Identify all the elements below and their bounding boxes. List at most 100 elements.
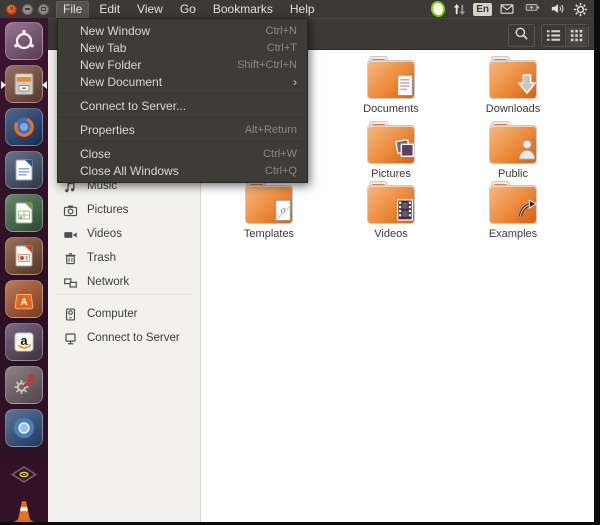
launcher-ubuntu-software-center[interactable]: A [5, 280, 43, 318]
menubar-file[interactable]: File [56, 1, 89, 18]
menu-item-connect-to-server[interactable]: Connect to Server... [58, 97, 307, 114]
libreoffice-calc-icon [11, 200, 37, 226]
close-button[interactable]: × [6, 4, 17, 15]
sidebar-item-videos[interactable]: Videos [48, 222, 200, 246]
menu-item-label: New Document [80, 75, 293, 89]
menu-item-label: New Folder [80, 58, 237, 72]
media-disc-icon [9, 456, 39, 486]
indicator-area: En [430, 1, 600, 17]
sidebar-item-trash[interactable]: Trash [48, 246, 200, 270]
menu-item-close[interactable]: CloseCtrl+W [58, 145, 307, 162]
menubar-bookmarks[interactable]: Bookmarks [206, 1, 280, 18]
volume-indicator-icon[interactable] [550, 2, 566, 16]
examples-emblem-icon [516, 196, 540, 225]
folder-icon [490, 186, 536, 223]
server-icon [63, 331, 78, 346]
menubar-help[interactable]: Help [283, 1, 322, 18]
sidebar-item-label: Pictures [87, 204, 129, 216]
folder-videos[interactable]: Videos [330, 182, 452, 240]
folder-icon [368, 186, 414, 223]
folder-templates[interactable]: aTemplates [208, 182, 330, 240]
svg-text:a: a [20, 333, 28, 348]
launcher-libreoffice-calc[interactable] [5, 194, 43, 232]
launcher-libreoffice-impress[interactable] [5, 237, 43, 275]
status-indicator-icon[interactable] [430, 1, 446, 17]
sidebar-item-network[interactable]: Network [48, 270, 200, 294]
folder-label: Public [498, 168, 528, 180]
menu-item-new-document[interactable]: New Document› [58, 73, 307, 90]
videos-icon [63, 227, 78, 242]
folder-documents[interactable]: Documents [330, 57, 452, 115]
menu-item-label: New Tab [80, 41, 267, 55]
menu-item-new-tab[interactable]: New TabCtrl+T [58, 39, 307, 56]
pictures-icon [63, 203, 78, 218]
maximize-button[interactable] [38, 4, 49, 15]
session-indicator-icon[interactable] [573, 2, 588, 17]
network-icon [63, 275, 78, 290]
folder-label: Downloads [486, 103, 540, 115]
list-view-button[interactable] [542, 25, 565, 46]
sidebar-item-label: Network [87, 276, 129, 288]
minimize-button[interactable] [22, 4, 33, 15]
global-menubar: FileEditViewGoBookmarksHelp [56, 1, 322, 18]
svg-text:A: A [20, 297, 27, 308]
menu-item-new-folder[interactable]: New FolderShift+Ctrl+N [58, 56, 307, 73]
sidebar-item-label: Trash [87, 252, 116, 264]
grid-view-button[interactable] [565, 25, 589, 46]
menu-item-label: Connect to Server... [80, 99, 297, 113]
menu-item-close-all-windows[interactable]: Close All WindowsCtrl+Q [58, 162, 307, 179]
launcher-dash-home[interactable] [5, 22, 43, 60]
sidebar-item-connect-to-server[interactable]: Connect to Server [48, 326, 200, 350]
launcher-files[interactable] [5, 65, 43, 103]
launcher-system-settings[interactable] [5, 366, 43, 404]
window-controls: × [0, 4, 56, 15]
folder-examples[interactable]: Examples [452, 182, 574, 240]
network-traffic-indicator-icon[interactable] [453, 3, 466, 16]
folder-downloads[interactable]: Downloads [452, 57, 574, 115]
unity-launcher: Aa [0, 18, 48, 525]
submenu-arrow-icon: › [293, 75, 297, 89]
vlc-icon [9, 497, 39, 525]
launcher-amazon[interactable]: a [5, 323, 43, 361]
sidebar-item-computer[interactable]: Computer [48, 302, 200, 326]
download-emblem-icon [516, 71, 540, 100]
launcher-vlc[interactable] [5, 495, 43, 525]
sidebar-item-label: Computer [87, 308, 138, 320]
launcher-chromium[interactable] [5, 409, 43, 447]
menu-item-properties[interactable]: PropertiesAlt+Return [58, 121, 307, 138]
ubuntu-software-center-icon: A [11, 286, 37, 312]
search-button[interactable] [508, 24, 535, 47]
launcher-libreoffice-writer[interactable] [5, 151, 43, 189]
keyboard-layout-indicator[interactable]: En [473, 3, 492, 16]
document-emblem-icon [394, 71, 418, 100]
launcher-firefox[interactable] [5, 108, 43, 146]
sidebar-divider [56, 294, 192, 295]
dash-home-icon [11, 28, 37, 54]
sidebar-item-pictures[interactable]: Pictures [48, 198, 200, 222]
amazon-icon: a [11, 329, 37, 355]
menubar-go[interactable]: Go [173, 1, 203, 18]
file-menu-dropdown: New WindowCtrl+NNew TabCtrl+TNew FolderS… [57, 18, 308, 183]
battery-indicator-icon[interactable] [522, 2, 543, 16]
menu-item-label: New Window [80, 24, 266, 38]
menu-separator [59, 93, 306, 94]
grid-view-icon [570, 29, 584, 43]
folder-public[interactable]: Public [452, 122, 574, 180]
files-icon [11, 71, 37, 97]
folder-label: Pictures [371, 168, 411, 180]
menu-item-new-window[interactable]: New WindowCtrl+N [58, 22, 307, 39]
menubar-view[interactable]: View [130, 1, 170, 18]
folder-icon [490, 61, 536, 98]
ubuntu-desktop: × FileEditViewGoBookmarksHelp En Aa Musi… [0, 0, 600, 525]
messaging-indicator-icon[interactable] [499, 2, 515, 16]
launcher-media-disc[interactable] [5, 452, 43, 490]
folder-icon [368, 126, 414, 163]
chromium-icon [11, 415, 37, 441]
menubar-edit[interactable]: Edit [92, 1, 127, 18]
folder-pictures[interactable]: Pictures [330, 122, 452, 180]
menu-item-label: Close All Windows [80, 164, 265, 178]
trash-icon [63, 251, 78, 266]
sidebar-item-label: Connect to Server [87, 332, 180, 344]
folder-label: Templates [244, 228, 294, 240]
folder-icon [368, 61, 414, 98]
